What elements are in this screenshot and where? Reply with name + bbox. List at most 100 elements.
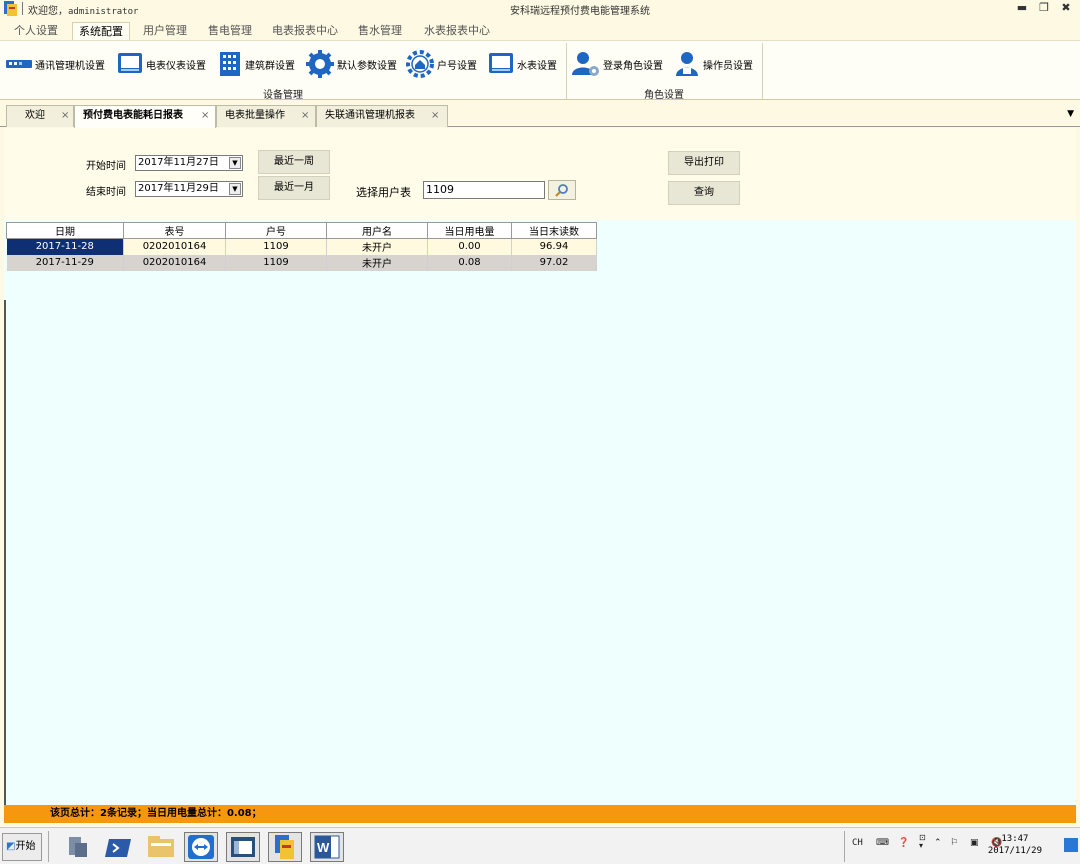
cell-end-reading[interactable]: 97.02: [511, 254, 597, 271]
cell-date[interactable]: 2017-11-28: [6, 238, 124, 255]
last-week-button[interactable]: 最近一周: [258, 150, 330, 174]
document-tabs: 欢迎 × 预付费电表能耗日报表 × 电表批量操作 × 失联通讯管理机报表 × ▼: [0, 101, 1080, 128]
comm-manager-settings-button[interactable]: 通讯管理机设置: [6, 51, 105, 77]
column-header-meter-no[interactable]: 表号: [123, 222, 226, 239]
tab-lost-comm-manager-report[interactable]: 失联通讯管理机报表 ×: [316, 105, 448, 127]
system-clock[interactable]: 13:47 2017/11/29: [988, 833, 1042, 857]
menu-power-sales[interactable]: 售电管理: [202, 22, 258, 40]
menu-water-report-center[interactable]: 水表报表中心: [418, 22, 496, 40]
chevron-down-icon[interactable]: ▼: [229, 183, 241, 195]
column-header-household-no[interactable]: 户号: [225, 222, 327, 239]
last-month-button[interactable]: 最近一月: [258, 176, 330, 200]
column-header-end-reading[interactable]: 当日末读数: [511, 222, 597, 239]
tab-welcome[interactable]: 欢迎 ×: [6, 105, 74, 127]
cell-user-name[interactable]: 未开户: [326, 238, 428, 255]
keyboard-icon[interactable]: ⌨: [876, 838, 889, 848]
input-options-icon[interactable]: ⊡ ▾: [919, 834, 926, 850]
end-date-picker[interactable]: 2017年11月29日 ▼: [135, 181, 243, 197]
tab-meter-batch-operation-label: 电表批量操作: [225, 110, 285, 121]
user-meter-input[interactable]: 1109: [423, 181, 545, 199]
comm-manager-icon: [6, 60, 32, 68]
start-button[interactable]: ◩开始: [2, 833, 42, 861]
tab-prepaid-meter-daily-report[interactable]: 预付费电表能耗日报表 ×: [74, 105, 216, 128]
select-user-label: 选择用户表: [356, 186, 411, 199]
cell-meter-no[interactable]: 0202010164: [123, 238, 226, 255]
water-meter-settings-button[interactable]: 水表设置: [488, 51, 557, 77]
column-header-date[interactable]: 日期: [6, 222, 124, 239]
server-manager-icon[interactable]: [60, 832, 94, 862]
start-date-picker[interactable]: 2017年11月27日 ▼: [135, 155, 243, 171]
table-row[interactable]: 2017-11-28 0202010164 1109 未开户 0.00 96.9…: [6, 238, 597, 255]
grid-left-border: [4, 300, 6, 805]
menu-system-config[interactable]: 系统配置: [72, 22, 130, 40]
operator-settings-button[interactable]: 操作员设置: [674, 51, 753, 77]
meter-settings-button[interactable]: 电表仪表设置: [117, 51, 206, 77]
close-button[interactable]: ✖: [1058, 1, 1074, 15]
login-role-settings-label: 登录角色设置: [603, 60, 663, 72]
login-role-settings-button[interactable]: 登录角色设置: [572, 51, 663, 77]
ribbon-group-separator: [566, 43, 567, 99]
cell-household-no[interactable]: 1109: [225, 238, 327, 255]
menu-personal-settings[interactable]: 个人设置: [8, 22, 64, 40]
query-button[interactable]: 查询: [668, 181, 740, 205]
filter-panel: 开始时间 2017年11月27日 ▼ 结束时间 2017年11月29日 ▼ 最近…: [4, 128, 1076, 220]
tab-close-icon[interactable]: ×: [431, 106, 439, 126]
help-icon[interactable]: ❓: [898, 838, 909, 848]
prepaid-system-app-icon[interactable]: [268, 832, 302, 862]
teamviewer-icon[interactable]: [184, 832, 218, 862]
table-row[interactable]: 2017-11-29 0202010164 1109 未开户 0.08 97.0…: [6, 254, 597, 271]
menu-water-sales[interactable]: 售水管理: [352, 22, 408, 40]
tab-close-icon[interactable]: ×: [201, 106, 209, 126]
ribbon-toolbar: 通讯管理机设置 电表仪表设置 建筑群设置 默认参数设置 户号设置 水表设置 设备…: [0, 40, 1080, 101]
comm-manager-settings-label: 通讯管理机设置: [35, 60, 105, 72]
menu-user-management[interactable]: 用户管理: [137, 22, 193, 40]
cell-date[interactable]: 2017-11-29: [6, 254, 124, 271]
cell-user-name[interactable]: 未开户: [326, 254, 428, 271]
title-bar: 欢迎您，administrator 安科瑞远程预付费电能管理系统 ▬ ❐ ✖: [0, 0, 1080, 18]
export-print-button[interactable]: 导出打印: [668, 151, 740, 175]
network-icon[interactable]: ▣: [970, 838, 979, 848]
building-settings-button[interactable]: 建筑群设置: [218, 51, 295, 77]
cell-daily-usage[interactable]: 0.08: [427, 254, 512, 271]
report-table: 日期 表号 户号 用户名 当日用电量 当日末读数 2017-11-28 0202…: [6, 222, 597, 271]
search-icon: [555, 184, 568, 197]
start-time-label: 开始时间: [86, 161, 126, 172]
svg-text:W: W: [317, 840, 330, 855]
language-indicator[interactable]: CH: [852, 838, 863, 848]
chevron-down-icon[interactable]: ▼: [229, 157, 241, 169]
show-desktop-button[interactable]: [1064, 838, 1078, 852]
os-taskbar: ◩开始 W CH ⌨ ❓ ⊡ ▾ ⌃ ⚐ ▣ 🔇 13:47 2017/11/29: [0, 827, 1080, 864]
cell-household-no[interactable]: 1109: [225, 254, 327, 271]
action-center-flag-icon[interactable]: ⚐: [950, 838, 958, 848]
minimize-button[interactable]: ▬: [1014, 1, 1030, 15]
clock-date: 2017/11/29: [987, 846, 1042, 856]
column-header-user-name[interactable]: 用户名: [326, 222, 428, 239]
water-meter-settings-label: 水表设置: [517, 60, 557, 72]
household-settings-button[interactable]: 户号设置: [406, 50, 477, 78]
default-params-settings-button[interactable]: 默认参数设置: [306, 50, 397, 78]
ribbon-group-separator-2: [762, 43, 763, 99]
tab-close-icon[interactable]: ×: [61, 106, 69, 126]
cell-end-reading[interactable]: 96.94: [511, 238, 597, 255]
word-icon[interactable]: W: [310, 832, 344, 862]
restore-button[interactable]: ❐: [1036, 1, 1052, 15]
table-header-row: 日期 表号 户号 用户名 当日用电量 当日末读数: [6, 222, 597, 239]
operator-icon: [676, 52, 698, 76]
user-search-button[interactable]: [548, 180, 576, 200]
tab-list-dropdown-icon[interactable]: ▼: [1067, 109, 1074, 119]
taskbar-separator: [844, 831, 845, 862]
cell-daily-usage[interactable]: 0.00: [427, 238, 512, 255]
file-explorer-icon[interactable]: [144, 832, 178, 862]
building-icon: [220, 52, 240, 76]
show-hidden-icons-chevron-up-icon[interactable]: ⌃: [934, 838, 942, 848]
powershell-icon[interactable]: [102, 832, 136, 862]
menu-meter-report-center[interactable]: 电表报表中心: [266, 22, 344, 40]
column-header-daily-usage[interactable]: 当日用电量: [427, 222, 512, 239]
window-app-icon[interactable]: [226, 832, 260, 862]
start-label: 开始: [15, 841, 36, 852]
tab-lost-comm-manager-report-label: 失联通讯管理机报表: [325, 110, 415, 121]
tab-meter-batch-operation[interactable]: 电表批量操作 ×: [216, 105, 316, 127]
cell-meter-no[interactable]: 0202010164: [123, 254, 226, 271]
menu-bar: 个人设置 系统配置 用户管理 售电管理 电表报表中心 售水管理 水表报表中心: [0, 20, 1080, 40]
tab-close-icon[interactable]: ×: [301, 106, 309, 126]
